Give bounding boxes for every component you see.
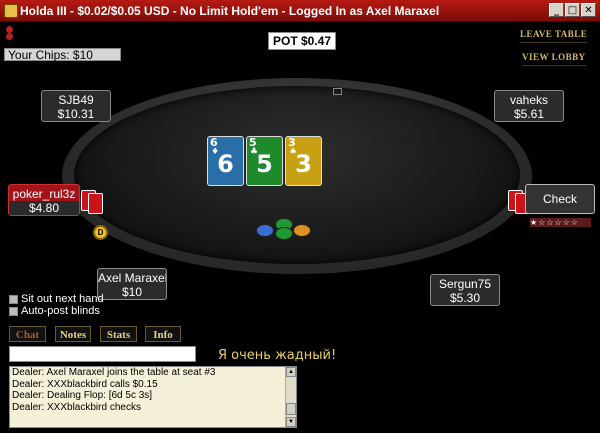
- seat-vaheks[interactable]: vaheks $5.61: [494, 90, 564, 122]
- minimize-button[interactable]: _: [549, 3, 564, 17]
- help-icon: [6, 33, 13, 41]
- title-bar: Holda III - $0.02/$0.05 USD - No Limit H…: [0, 0, 600, 22]
- view-lobby-link[interactable]: VIEW LOBBY: [522, 52, 586, 66]
- log-line: Dealer: XXXblackbird calls $0.15: [12, 378, 158, 390]
- card-rank: 6: [217, 150, 234, 178]
- tab-info[interactable]: Info: [145, 326, 181, 342]
- card-rank: 5: [256, 150, 273, 178]
- sit-out-checkbox[interactable]: Sit out next hand: [9, 293, 104, 305]
- seat-sjb49[interactable]: SJB49 $10.31: [41, 90, 111, 122]
- player-rating: ★☆☆☆☆☆: [530, 218, 591, 227]
- seat-name: Sergun75: [438, 277, 492, 291]
- chat-bubble-message: Я очень жадный!: [218, 348, 337, 363]
- pot-display: POT $0.47: [268, 32, 337, 50]
- chat-input[interactable]: [9, 346, 196, 362]
- board-card-1: 6 ♦ 6: [207, 136, 244, 186]
- seat-stack: $10: [121, 285, 143, 299]
- auto-post-checkbox[interactable]: Auto-post blinds: [9, 305, 100, 317]
- leave-table-link[interactable]: LEAVE TABLE: [520, 29, 587, 43]
- seat-stack: $5.61: [513, 107, 545, 121]
- seat-poker-rul3z[interactable]: poker_rul3z $4.80: [8, 184, 80, 216]
- poker-table-area: Your Chips: $10 POT $0.47 LEAVE TABLE VI…: [0, 22, 600, 433]
- auto-post-label: Auto-post blinds: [21, 305, 100, 317]
- seat-axel-maraxel[interactable]: Axel Maraxel $10: [97, 268, 167, 300]
- board-card-2: 5 ♣ 5: [246, 136, 283, 186]
- scroll-down-icon[interactable]: ▼: [286, 417, 296, 427]
- pot-chip: [275, 227, 293, 240]
- app-icon: [4, 4, 18, 18]
- checkbox-icon: [9, 306, 18, 316]
- maximize-button[interactable]: □: [565, 3, 580, 17]
- log-line: Dealer: XXXblackbird checks: [12, 401, 141, 413]
- info-icon: [6, 26, 13, 33]
- log-line: Dealer: Dealing Flop: [6d 5c 3s]: [12, 390, 153, 401]
- seat-name: poker_rul3z: [12, 187, 76, 201]
- close-button[interactable]: ✕: [581, 3, 596, 17]
- tab-stats[interactable]: Stats: [100, 326, 137, 342]
- seat-stack: $5.30: [449, 291, 481, 305]
- pot-chip: [293, 224, 311, 237]
- card-rank: 3: [295, 150, 312, 178]
- log-scrollbar[interactable]: ▲ ▼: [285, 367, 296, 427]
- seat-stack: $4.80: [9, 201, 79, 215]
- seat-name: SJB49: [58, 93, 94, 107]
- tab-notes[interactable]: Notes: [55, 326, 91, 342]
- dealer-chat-log[interactable]: Dealer: Axel Maraxel joins the table at …: [9, 366, 297, 428]
- sit-out-label: Sit out next hand: [21, 293, 104, 305]
- checkbox-icon: [9, 294, 18, 304]
- pot-chip: [256, 224, 274, 237]
- dealer-button: D: [93, 225, 108, 240]
- board-card-3: 3 ♠ 3: [285, 136, 322, 186]
- seat-stack: $10.31: [57, 107, 95, 121]
- table-icon: [333, 88, 342, 95]
- check-button[interactable]: Check: [525, 184, 595, 214]
- hole-card-back: [88, 193, 103, 214]
- scroll-thumb[interactable]: [286, 403, 296, 415]
- your-chips-display: Your Chips: $10: [4, 48, 121, 62]
- seat-name: vaheks: [509, 93, 549, 107]
- window-title: Holda III - $0.02/$0.05 USD - No Limit H…: [20, 4, 440, 18]
- seat-sergun75[interactable]: Sergun75 $5.30: [430, 274, 500, 306]
- tab-chat[interactable]: Chat: [9, 326, 46, 342]
- top-links: [6, 26, 16, 41]
- seat-name: Axel Maraxel: [98, 271, 166, 285]
- scroll-up-icon[interactable]: ▲: [286, 367, 296, 377]
- log-line: Dealer: Axel Maraxel joins the table at …: [12, 367, 216, 378]
